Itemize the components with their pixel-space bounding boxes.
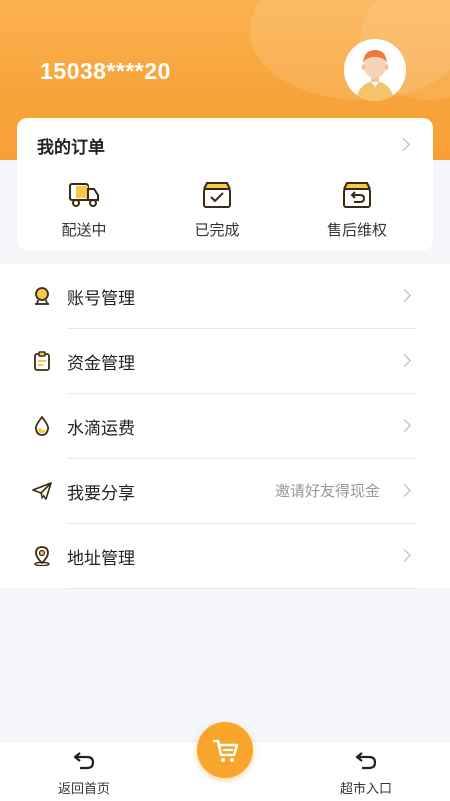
completed-box-icon: [203, 182, 231, 208]
chevron-right-icon: [398, 419, 411, 432]
nav-supermarket[interactable]: 超市入口: [326, 750, 406, 797]
chevron-right-icon: [398, 484, 411, 497]
phone-number: 15038****20: [40, 58, 171, 84]
menu-item-account[interactable]: 账号管理: [0, 264, 450, 329]
back-arrow-icon: [73, 752, 95, 770]
cart-button[interactable]: [197, 722, 253, 778]
orders-chevron-right-icon[interactable]: [397, 138, 410, 151]
menu-item-label: 地址管理: [67, 549, 135, 569]
delivery-truck-icon: [69, 183, 99, 207]
menu-item-label: 账号管理: [67, 289, 135, 309]
nav-back-home[interactable]: 返回首页: [44, 750, 124, 797]
orders-card: 我的订单 配送中 已完成 售后维权: [17, 118, 433, 250]
nav-label: 超市入口: [339, 782, 392, 797]
order-status-label: 已完成: [194, 221, 240, 239]
location-pin-icon: [34, 546, 50, 566]
menu-item-funds[interactable]: 资金管理: [0, 329, 450, 394]
settings-menu: 账号管理 资金管理 水滴运费 我要分享 邀请好友得现金 地址管理: [0, 264, 450, 589]
share-hint: 邀请好友得现金: [274, 482, 380, 500]
water-drop-icon: [34, 416, 50, 436]
nav-label: 返回首页: [57, 782, 110, 797]
cart-icon: [212, 739, 239, 762]
order-status-completed[interactable]: 已完成: [162, 180, 272, 240]
menu-item-water-drop-freight[interactable]: 水滴运费: [0, 394, 450, 459]
order-status-label: 售后维权: [326, 221, 387, 239]
back-arrow-icon: [355, 752, 377, 770]
chevron-right-icon: [398, 354, 411, 367]
chevron-right-icon: [398, 289, 411, 302]
chevron-right-icon: [398, 549, 411, 562]
user-avatar-icon[interactable]: [344, 39, 406, 101]
share-paper-plane-icon: [32, 482, 52, 500]
menu-item-share[interactable]: 我要分享 邀请好友得现金: [0, 459, 450, 524]
menu-item-label: 资金管理: [67, 354, 135, 374]
account-icon: [35, 287, 49, 305]
order-status-delivering[interactable]: 配送中: [29, 180, 139, 240]
menu-item-label: 我要分享: [67, 484, 135, 504]
menu-item-label: 水滴运费: [67, 419, 135, 439]
order-status-aftersales[interactable]: 售后维权: [302, 180, 412, 240]
funds-clipboard-icon: [34, 351, 50, 371]
orders-title: 我的订单: [37, 138, 105, 158]
menu-item-address[interactable]: 地址管理: [0, 524, 450, 589]
order-status-label: 配送中: [61, 221, 107, 239]
return-box-icon: [343, 182, 371, 208]
